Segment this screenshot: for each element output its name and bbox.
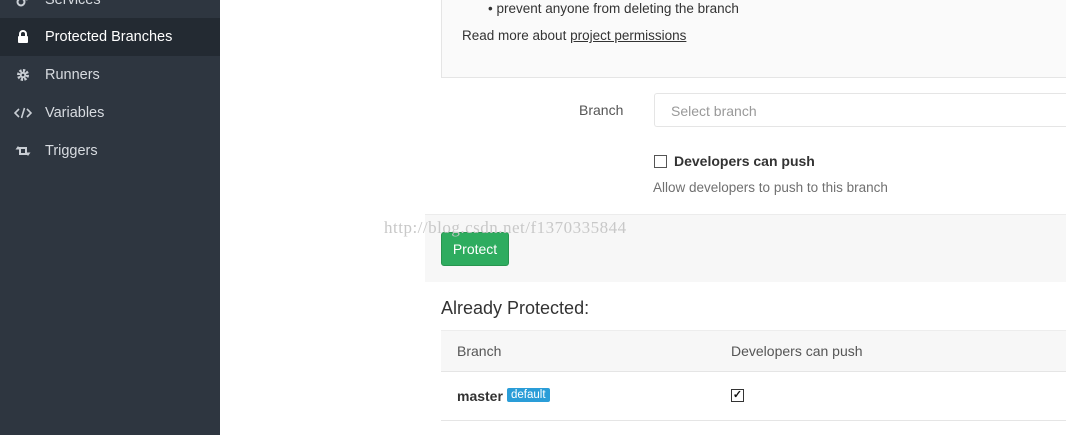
- developers-can-push-checkbox[interactable]: [654, 155, 667, 168]
- protected-branches-table: Branch Developers can push master defaul…: [441, 330, 1066, 421]
- lock-icon: [13, 30, 33, 44]
- section-title: Already Protected:: [441, 298, 590, 318]
- main-content: • prevent anyone from deleting the branc…: [220, 0, 1066, 435]
- gear-icon: [13, 68, 33, 82]
- developers-can-push-label[interactable]: Developers can push: [674, 153, 815, 169]
- sidebar-item-triggers[interactable]: Triggers: [0, 132, 220, 170]
- sidebar-item-label: Runners: [45, 67, 100, 83]
- project-permissions-link[interactable]: project permissions: [570, 28, 686, 43]
- sidebar: Services Protected Branches Runners Vari…: [0, 0, 220, 435]
- column-header-branch: Branch: [457, 343, 502, 359]
- sidebar-item-protected-branches[interactable]: Protected Branches: [0, 18, 220, 56]
- sidebar-item-label: Variables: [45, 105, 105, 121]
- watermark: http://blog.csdn.net/f1370335844: [384, 218, 627, 237]
- code-icon: [13, 107, 33, 119]
- sidebar-item-variables[interactable]: Variables: [0, 94, 220, 132]
- read-more: Read more about project permissions: [462, 28, 687, 43]
- branch-label: Branch: [579, 102, 624, 118]
- table-header: Branch Developers can push: [441, 330, 1066, 372]
- retweet-icon: [13, 145, 33, 157]
- branch-name: master: [457, 388, 503, 404]
- sidebar-item-label: Protected Branches: [45, 29, 173, 45]
- sidebar-item-label: Services: [45, 0, 101, 8]
- column-header-developers-can-push: Developers can push: [731, 343, 863, 359]
- sidebar-item-label: Triggers: [45, 143, 98, 159]
- info-bullet: • prevent anyone from deleting the branc…: [488, 1, 739, 16]
- default-badge: default: [507, 388, 550, 402]
- table-row: master default ✓: [441, 372, 1066, 421]
- cogs-icon: [13, 0, 33, 7]
- help-text: Allow developers to push to this branch: [653, 180, 888, 195]
- sidebar-item-runners[interactable]: Runners: [0, 56, 220, 94]
- sidebar-item-services[interactable]: Services: [0, 0, 220, 19]
- developers-can-push-row-checkbox[interactable]: ✓: [731, 389, 744, 402]
- info-box: • prevent anyone from deleting the branc…: [441, 0, 1066, 78]
- branch-select[interactable]: Select branch: [654, 93, 1066, 127]
